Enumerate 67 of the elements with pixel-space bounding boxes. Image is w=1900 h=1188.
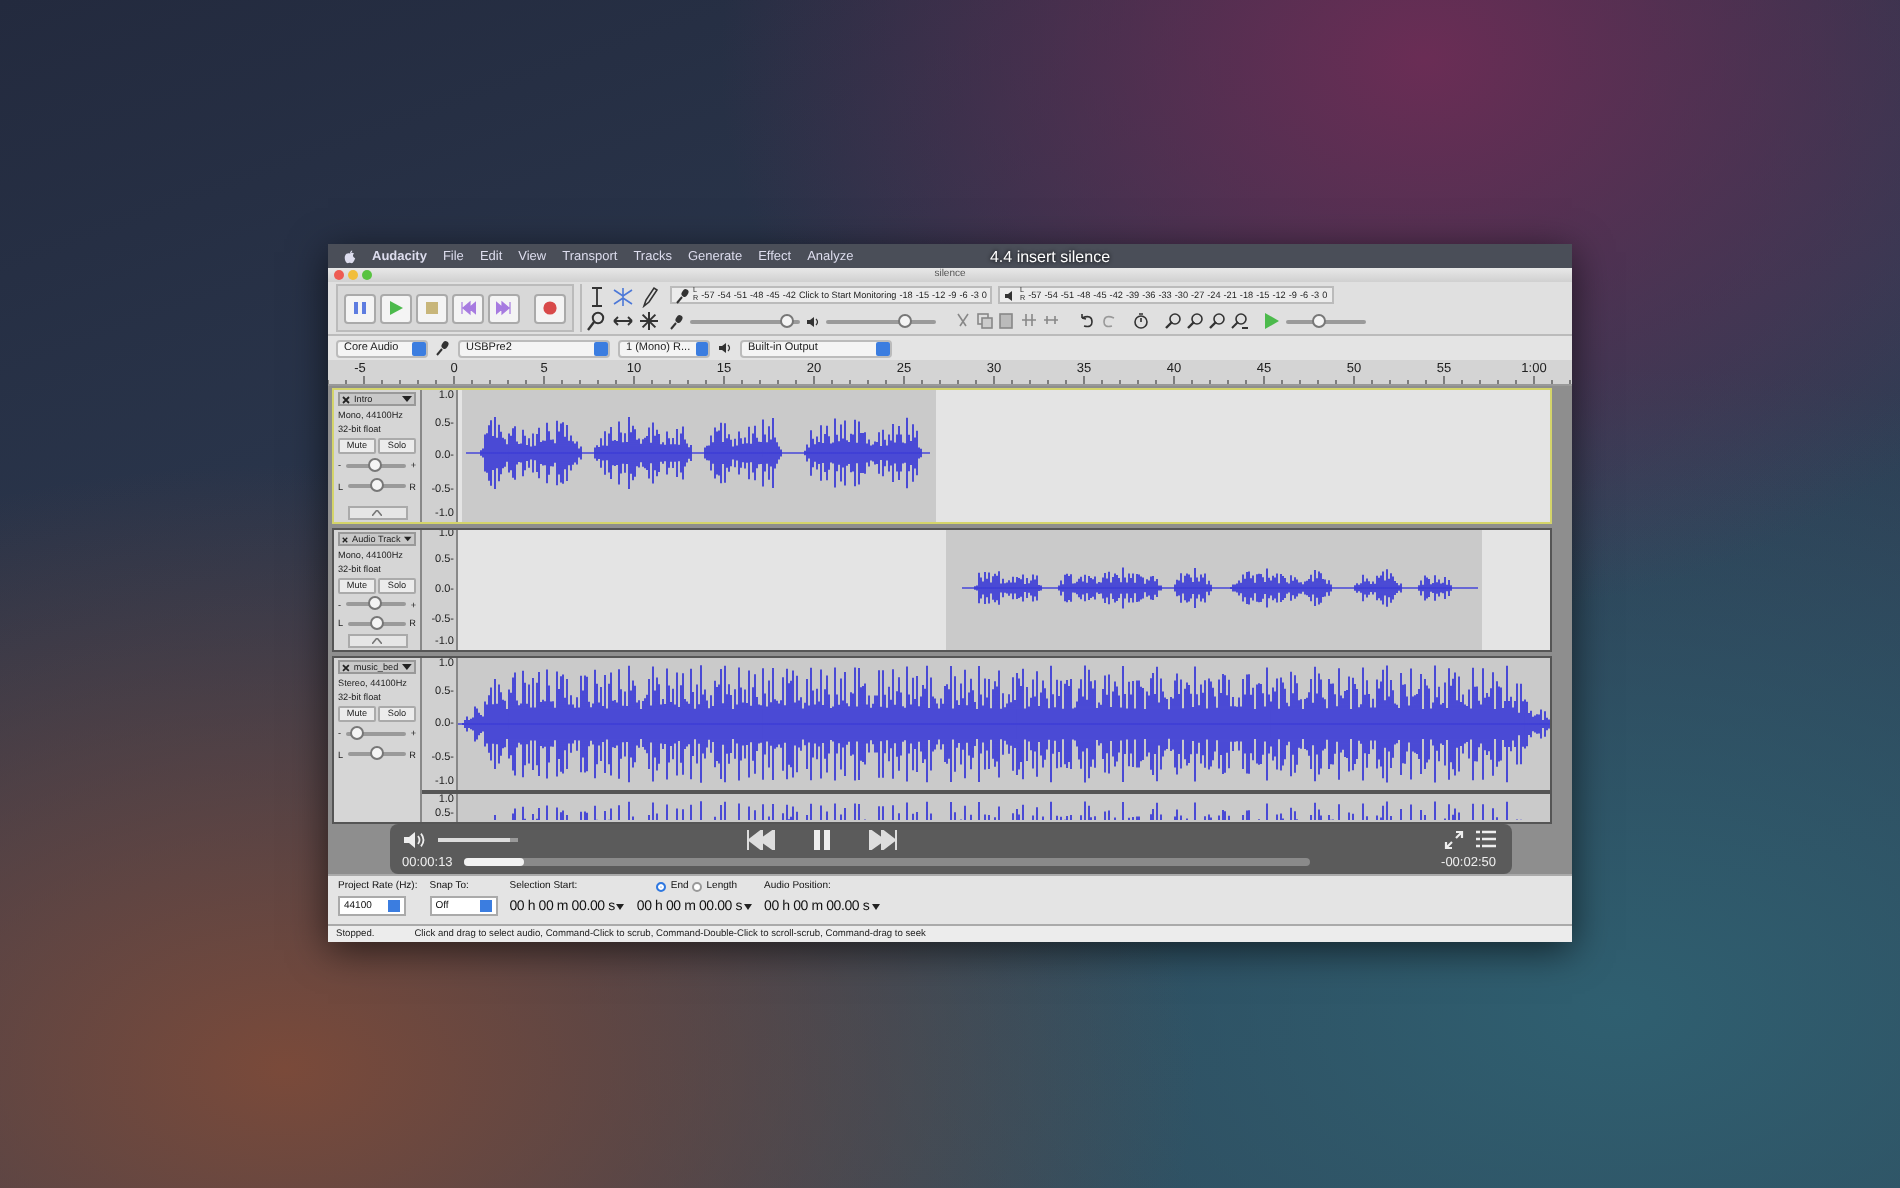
playback-volume-slider[interactable]: [898, 313, 913, 327]
cut-icon[interactable]: [954, 312, 972, 330]
speaker-icon: [806, 315, 820, 327]
skip-to-start-button[interactable]: [452, 293, 484, 323]
fullscreen-icon[interactable]: [1444, 829, 1464, 849]
fit-project-icon[interactable]: [1230, 312, 1248, 330]
dropdown-arrow-icon[interactable]: [744, 903, 753, 909]
multi-tool-icon[interactable]: [638, 309, 660, 331]
skip-to-end-icon: [496, 300, 512, 316]
gain-slider-thumb[interactable]: [350, 725, 365, 739]
rewind-icon[interactable]: [745, 829, 775, 849]
caret-up-icon: [372, 638, 382, 645]
pan-slider-thumb[interactable]: [369, 746, 384, 760]
selection-tool-icon[interactable]: [586, 285, 608, 307]
record-button[interactable]: [534, 293, 566, 323]
speaker-icon[interactable]: [402, 829, 426, 849]
gain-slider-thumb[interactable]: [368, 596, 383, 611]
zoom-in-icon[interactable]: [1164, 312, 1182, 330]
skip-to-start-icon: [460, 300, 476, 316]
dropdown-arrow-icon[interactable]: [402, 396, 412, 402]
pencil-icon[interactable]: [638, 285, 660, 307]
collapse-button[interactable]: [347, 506, 407, 520]
pause-button[interactable]: [344, 293, 376, 323]
record-icon: [542, 300, 558, 316]
zoom-tool-icon[interactable]: [586, 309, 608, 331]
pan-slider-thumb[interactable]: [369, 478, 384, 492]
speaker-icon: [1004, 289, 1017, 301]
zoom-out-icon[interactable]: [1186, 312, 1204, 330]
silence-icon[interactable]: [1042, 312, 1060, 330]
radio-button[interactable]: [692, 881, 703, 891]
pan-slider-thumb[interactable]: [369, 615, 384, 630]
microphone-icon: [436, 340, 450, 356]
progress-bar[interactable]: [464, 858, 1310, 866]
list-icon[interactable]: [1476, 830, 1496, 848]
speaker-icon: [718, 342, 732, 354]
close-icon[interactable]: [342, 535, 348, 543]
undo-icon[interactable]: [1078, 312, 1096, 330]
radio-button[interactable]: [656, 881, 667, 891]
dropdown-arrow-icon[interactable]: [404, 536, 412, 542]
stop-button[interactable]: [416, 293, 448, 323]
collapse-button[interactable]: [347, 634, 407, 648]
play-speed-slider[interactable]: [1311, 313, 1325, 327]
close-button[interactable]: [334, 270, 344, 280]
pause-icon: [352, 300, 368, 316]
copy-icon[interactable]: [976, 312, 994, 330]
close-icon[interactable]: [342, 663, 350, 671]
dropdown-arrow-icon[interactable]: [616, 903, 625, 909]
gain-slider-thumb[interactable]: [368, 457, 383, 471]
stopwatch-icon[interactable]: [1132, 312, 1150, 330]
caret-up-icon: [372, 510, 382, 516]
microphone-icon: [676, 287, 690, 303]
skip-to-end-button[interactable]: [488, 293, 520, 323]
recording-volume-slider[interactable]: [779, 313, 794, 327]
fit-selection-icon[interactable]: [1208, 312, 1226, 330]
dropdown-arrow-icon[interactable]: [871, 903, 880, 909]
dropdown-arrow-icon[interactable]: [402, 664, 412, 670]
play-icon: [388, 300, 404, 316]
paste-icon[interactable]: [998, 312, 1016, 330]
play-button[interactable]: [380, 293, 412, 323]
microphone-icon: [670, 313, 684, 329]
video-title: 4.4 insert silence: [989, 247, 1111, 265]
trim-icon[interactable]: [1020, 312, 1038, 330]
fast-forward-icon[interactable]: [867, 829, 897, 849]
close-icon[interactable]: [342, 395, 350, 403]
pause-icon[interactable]: [811, 829, 831, 849]
stop-icon: [424, 300, 440, 316]
apple-logo-icon: [344, 249, 356, 263]
